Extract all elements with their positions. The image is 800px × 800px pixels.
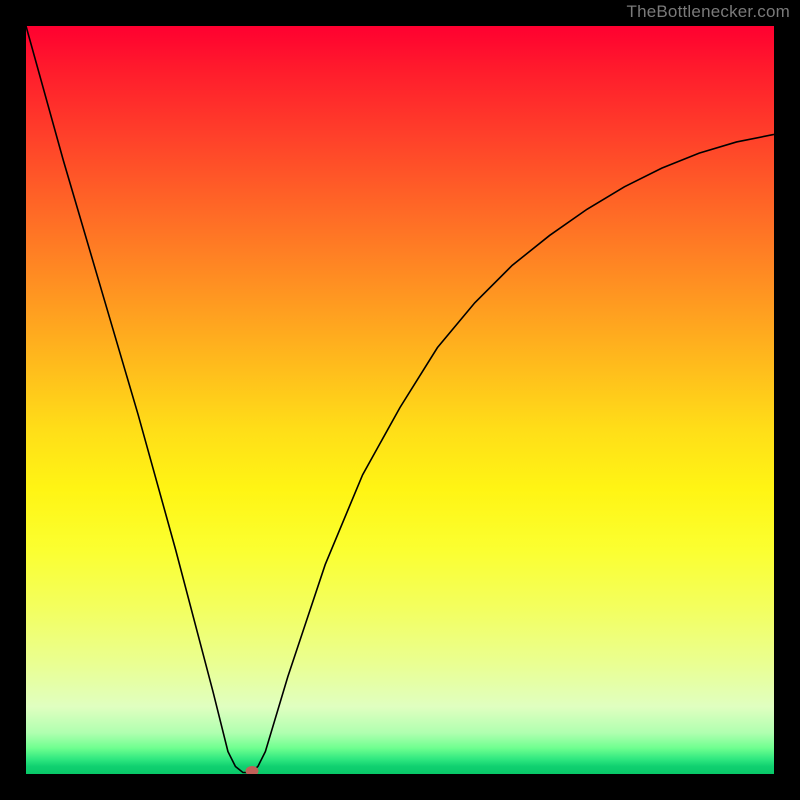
optimum-marker <box>245 766 258 774</box>
bottleneck-curve <box>26 26 774 774</box>
chart-frame: TheBottlenecker.com <box>0 0 800 800</box>
plot-area <box>26 26 774 774</box>
watermark-text: TheBottlenecker.com <box>627 2 791 22</box>
curve-path <box>26 26 774 773</box>
